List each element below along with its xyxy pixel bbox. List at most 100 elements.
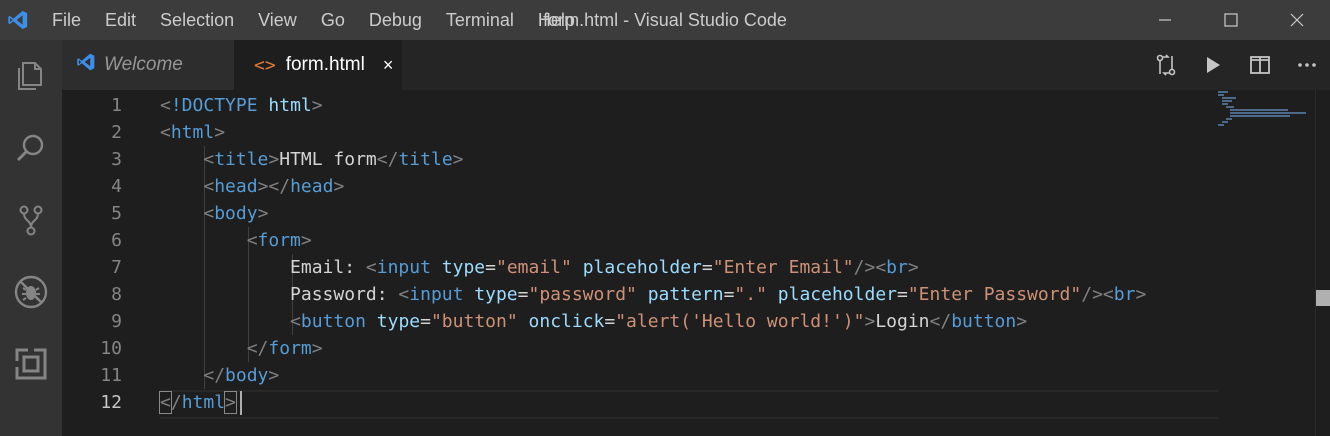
- code-token: </: [929, 311, 952, 332]
- code-text: </form>: [160, 335, 323, 362]
- code-token: <: [160, 122, 171, 143]
- menu-view[interactable]: View: [246, 0, 309, 40]
- code-token: /><: [1081, 284, 1114, 305]
- code-token: <: [365, 257, 377, 278]
- code-line[interactable]: 1 <!DOCTYPE html>: [62, 92, 1218, 119]
- code-line[interactable]: 8 Password: <input type="password" patte…: [62, 281, 1218, 308]
- menu-file[interactable]: File: [40, 0, 93, 40]
- code-line[interactable]: 4 <head></head>: [62, 173, 1218, 200]
- tab-form-html[interactable]: <> form.html ×: [234, 40, 402, 90]
- activity-explorer[interactable]: [0, 40, 62, 112]
- code-token: </: [203, 365, 226, 386]
- code-editor[interactable]: 1 <!DOCTYPE html> 2 <html> 3 <title>HTML for…: [62, 90, 1330, 436]
- activity-extensions[interactable]: [0, 328, 62, 400]
- code-token: pattern: [647, 284, 724, 305]
- code-line[interactable]: 7 Email: <input type="email" placeholder…: [62, 254, 1218, 281]
- code-token: <: [203, 203, 215, 224]
- menu-terminal[interactable]: Terminal: [434, 0, 526, 40]
- minimize-icon: [1159, 19, 1171, 21]
- code-token: input: [409, 284, 464, 305]
- code-text: Password: <input type="password" pattern…: [160, 281, 1146, 308]
- code-token: html: [181, 392, 226, 413]
- html-file-icon: <>: [254, 54, 276, 76]
- split-editor-button[interactable]: [1236, 40, 1283, 90]
- code-text: <title>HTML form</title>: [160, 146, 464, 173]
- code-token: "Enter Email": [712, 257, 854, 278]
- tab-close-icon[interactable]: ×: [383, 55, 394, 76]
- code-text: <!DOCTYPE html>: [160, 92, 323, 119]
- code-text: </html>: [159, 389, 237, 416]
- code-token: >: [224, 391, 237, 414]
- minimize-button[interactable]: [1132, 0, 1198, 40]
- code-token: >: [257, 203, 269, 224]
- maximize-button[interactable]: [1198, 0, 1264, 40]
- code-token: =: [723, 284, 735, 305]
- editor-actions: [1142, 40, 1330, 90]
- code-token: button: [300, 311, 366, 332]
- code-token: html: [170, 122, 215, 143]
- menu-help[interactable]: Help: [526, 0, 587, 40]
- menu-selection[interactable]: Selection: [148, 0, 246, 40]
- menu-bar: File Edit Selection View Go Debug Termin…: [40, 0, 587, 40]
- menu-go[interactable]: Go: [309, 0, 357, 40]
- split-editor-icon: [1249, 56, 1270, 74]
- code-token: <: [203, 176, 215, 197]
- line-number: 2: [111, 122, 122, 143]
- code-token: =: [701, 257, 713, 278]
- code-token: >: [268, 149, 280, 170]
- run-button[interactable]: [1189, 40, 1236, 90]
- line-number: 1: [111, 95, 122, 116]
- code-token: form: [268, 338, 312, 359]
- code-token: head: [290, 176, 334, 197]
- code-text: <form>: [160, 227, 312, 254]
- activity-source-control[interactable]: [0, 184, 62, 256]
- code-line[interactable]: 6 <form>: [62, 227, 1218, 254]
- menu-edit[interactable]: Edit: [93, 0, 148, 40]
- debug-icon: [14, 275, 48, 309]
- more-actions-button[interactable]: [1283, 40, 1330, 90]
- code-line[interactable]: 11 </body>: [62, 362, 1218, 389]
- close-icon: [1290, 13, 1304, 27]
- code-line[interactable]: 10 </form>: [62, 335, 1218, 362]
- code-line[interactable]: 2 <html>: [62, 119, 1218, 146]
- code-token: >: [452, 149, 464, 170]
- activity-debug[interactable]: [0, 256, 62, 328]
- activity-search[interactable]: [0, 112, 62, 184]
- code-token: <: [160, 95, 171, 116]
- code-token: body: [214, 203, 258, 224]
- code-token: HTML form: [279, 149, 377, 170]
- code-token: =: [420, 311, 431, 332]
- code-token: input: [376, 257, 431, 278]
- code-text: <button type="button" onclick="alert('He…: [160, 308, 1027, 335]
- code-token: =: [485, 257, 496, 278]
- menu-debug[interactable]: Debug: [357, 0, 434, 40]
- tab-welcome[interactable]: Welcome: [62, 40, 234, 90]
- scrollbar-thumb[interactable]: [1316, 290, 1330, 306]
- code-token: br: [1113, 284, 1136, 305]
- open-changes-button[interactable]: [1142, 40, 1189, 90]
- line-number: 5: [111, 203, 122, 224]
- code-token: html: [268, 95, 312, 116]
- close-window-button[interactable]: [1264, 0, 1330, 40]
- code-line[interactable]: 3 <title>HTML form</title>: [62, 146, 1218, 173]
- code-token: body: [225, 365, 269, 386]
- code-line[interactable]: 5 <body>: [62, 200, 1218, 227]
- run-icon: [1206, 57, 1220, 73]
- window-controls: [1132, 0, 1330, 40]
- activity-bar: [0, 40, 62, 436]
- code-token: /: [170, 392, 182, 413]
- minimap[interactable]: [1216, 90, 1308, 130]
- code-token: >: [1016, 311, 1028, 332]
- vertical-scrollbar[interactable]: [1315, 90, 1330, 436]
- code-line[interactable]: 12 </html>: [62, 389, 1218, 416]
- code-line[interactable]: 9 <button type="button" onclick="alert('…: [62, 308, 1218, 335]
